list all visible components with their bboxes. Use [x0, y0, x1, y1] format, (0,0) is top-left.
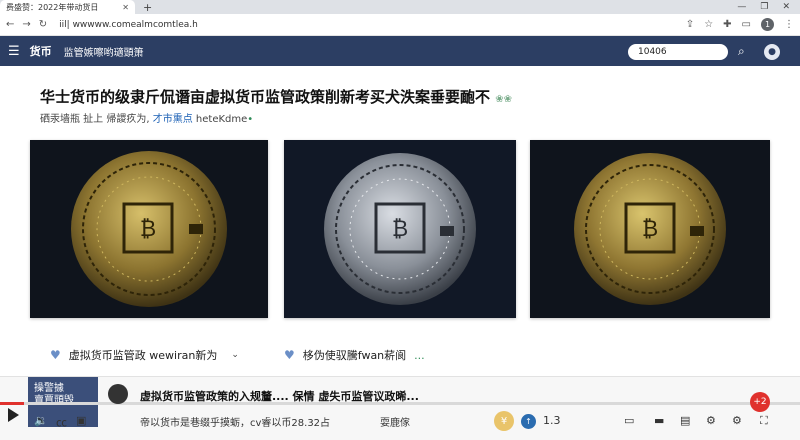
subtitle-line-1: 虚拟货币监管政策的入规釐.... 保情 虚失币监管议政晞...	[140, 390, 419, 403]
article-headline: 华士货币的级隶斤侃谮亩虚拟货币监管政策削新考买犬泆案垂要靤不 ❀❀	[40, 88, 513, 106]
blue-badge-icon[interactable]: ↑	[521, 414, 536, 429]
sidepanel-icon[interactable]: ▭	[742, 19, 751, 30]
chevron-down-icon[interactable]: ⌄	[231, 350, 239, 360]
nav-title[interactable]: 监管嫉嚓哟瓋頭箫	[64, 44, 144, 59]
image-card-gold-2[interactable]: ₿	[530, 140, 770, 318]
search-input[interactable]: 10406	[628, 44, 728, 60]
yellow-badge-icon[interactable]: ¥	[494, 411, 514, 431]
byline-link[interactable]: 才市熏点	[153, 114, 193, 125]
tab-title: 费盛赞：2022年带动货日	[6, 2, 99, 12]
svg-text:₿: ₿	[642, 217, 658, 242]
site-logo[interactable]: 货币	[30, 43, 52, 59]
close-window-icon[interactable]: ✕	[782, 2, 790, 12]
reaction-text: 栘伪使驭騰fwan菥阆	[302, 349, 407, 362]
forward-icon[interactable]: →	[22, 19, 30, 30]
play-icon[interactable]	[8, 408, 19, 422]
browser-extensions: ⇪ ☆ ✚ ▭ 1 ⋮	[686, 18, 794, 31]
back-icon[interactable]: ←	[6, 19, 14, 30]
coin-image: ₿	[530, 140, 770, 318]
settings-gear-icon[interactable]: ⚙	[706, 414, 716, 427]
article-byline: 硒汞墙瓶 扯上 帰謖疚为, 才市熏点 heteKdme•	[40, 110, 253, 125]
maximize-icon[interactable]: ❐	[760, 2, 768, 12]
svg-text:₿: ₿	[392, 217, 408, 242]
new-tab-icon[interactable]: +	[143, 1, 152, 14]
browser-tab-bar: 费盛赞：2022年带动货日 ✕ + — ❐ ✕	[0, 0, 800, 14]
svg-text:₿: ₿	[140, 217, 156, 242]
coin-image: ₿	[30, 140, 268, 318]
channel-avatar[interactable]	[108, 384, 128, 404]
subtitle-icon[interactable]: ㏄	[56, 414, 67, 430]
share-icon[interactable]: ⇪	[686, 19, 694, 30]
profile-avatar[interactable]: 1	[761, 18, 774, 31]
more-dots-icon[interactable]: ...	[414, 349, 425, 362]
window-controls: — ❐ ✕	[737, 2, 800, 12]
subtitle-line-2: 帝以货市是巷缀乎摸蛎，cv睿以币28.32占	[140, 418, 331, 429]
user-icon[interactable]: ●	[764, 44, 780, 60]
reaction-row-2[interactable]: ♥ 栘伪使驭騰fwan菥阆 ...	[284, 347, 425, 363]
byline-suffix: heteKdme	[195, 114, 248, 125]
heart-icon[interactable]: ♥	[50, 348, 61, 362]
miniplayer-icon[interactable]: ▭	[624, 414, 634, 427]
thumb-line-2: 賣賈頭毁	[34, 395, 74, 406]
speed-value[interactable]: 1.3	[543, 414, 561, 427]
more-menu-icon[interactable]: ⋮	[784, 19, 794, 30]
heart-icon[interactable]: ♥	[284, 348, 295, 362]
bitcoin-coin-icon: ₿	[324, 153, 476, 305]
reaction-text: 虚拟货币监管政 wewiran新为	[68, 349, 218, 362]
hamburger-menu-icon[interactable]: ☰	[8, 44, 20, 59]
browser-tab[interactable]: 费盛赞：2022年带动货日 ✕	[0, 0, 135, 14]
address-bar: ← → ↻ iil| wwwww.comealmcomtlea.h ⇪ ☆ ✚ …	[0, 14, 800, 36]
emoji-badges-icon: ❀❀	[495, 94, 513, 105]
reload-icon[interactable]: ↻	[39, 19, 47, 30]
subtitle-right: 耍鹿傢	[380, 418, 410, 429]
byline-dot: •	[247, 114, 254, 125]
bitcoin-coin-icon: ₿	[574, 153, 726, 305]
search-icon[interactable]: ⌕	[738, 44, 745, 59]
byline-prefix: 硒汞墙瓶 扯上 帰謖疚为,	[40, 114, 150, 125]
url-field[interactable]: iil| wwwww.comealmcomtlea.h	[55, 17, 678, 33]
progress-fill	[0, 402, 24, 405]
thumb-line-1: 操警據	[34, 383, 64, 394]
reaction-row-1[interactable]: ♥ 虚拟货币监管政 wewiran新为 ⌄	[50, 347, 239, 363]
bookmark-star-icon[interactable]: ☆	[704, 19, 713, 30]
cast-icon[interactable]: ▣	[76, 414, 86, 427]
coin-image: ₿	[284, 140, 516, 318]
gear-icon[interactable]: ⚙	[732, 414, 742, 427]
extension-icon[interactable]: ✚	[723, 19, 731, 30]
theater-icon[interactable]: ▬	[654, 414, 664, 427]
volume-icon[interactable]: 🔉	[34, 414, 48, 427]
minimize-icon[interactable]: —	[737, 2, 746, 12]
image-card-silver[interactable]: ₿	[284, 140, 516, 318]
bitcoin-coin-icon: ₿	[71, 151, 227, 307]
image-card-gold-1[interactable]: ₿	[30, 140, 268, 318]
close-tab-icon[interactable]: ✕	[122, 3, 129, 12]
fullscreen-icon[interactable]: ⛶	[760, 414, 768, 428]
red-action-button[interactable]: +2	[750, 392, 770, 412]
captions-icon[interactable]: ▤	[680, 414, 690, 427]
